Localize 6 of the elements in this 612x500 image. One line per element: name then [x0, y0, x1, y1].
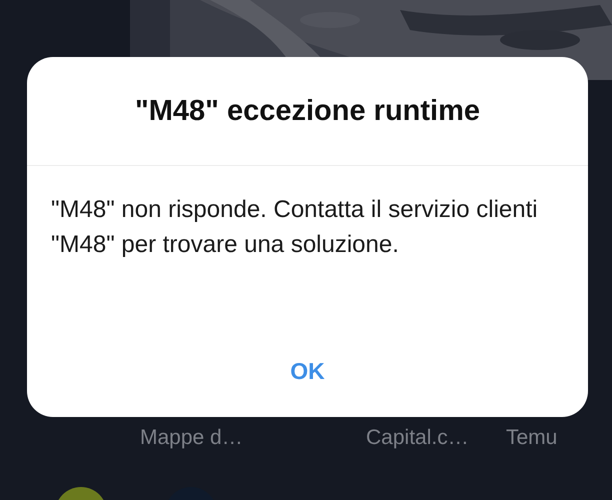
- app-label[interactable]: Mappe d…: [140, 426, 243, 450]
- app-label[interactable]: Temu: [506, 426, 558, 450]
- dialog-message: "M48" non risponde. Contatta il servizio clienti "M48" per trovare una soluzione.: [50, 195, 539, 260]
- app-label[interactable]: Capital.c…: [366, 426, 469, 450]
- ok-button[interactable]: OK: [274, 352, 341, 391]
- dialog-title: "M48" eccezione runtime: [27, 57, 588, 166]
